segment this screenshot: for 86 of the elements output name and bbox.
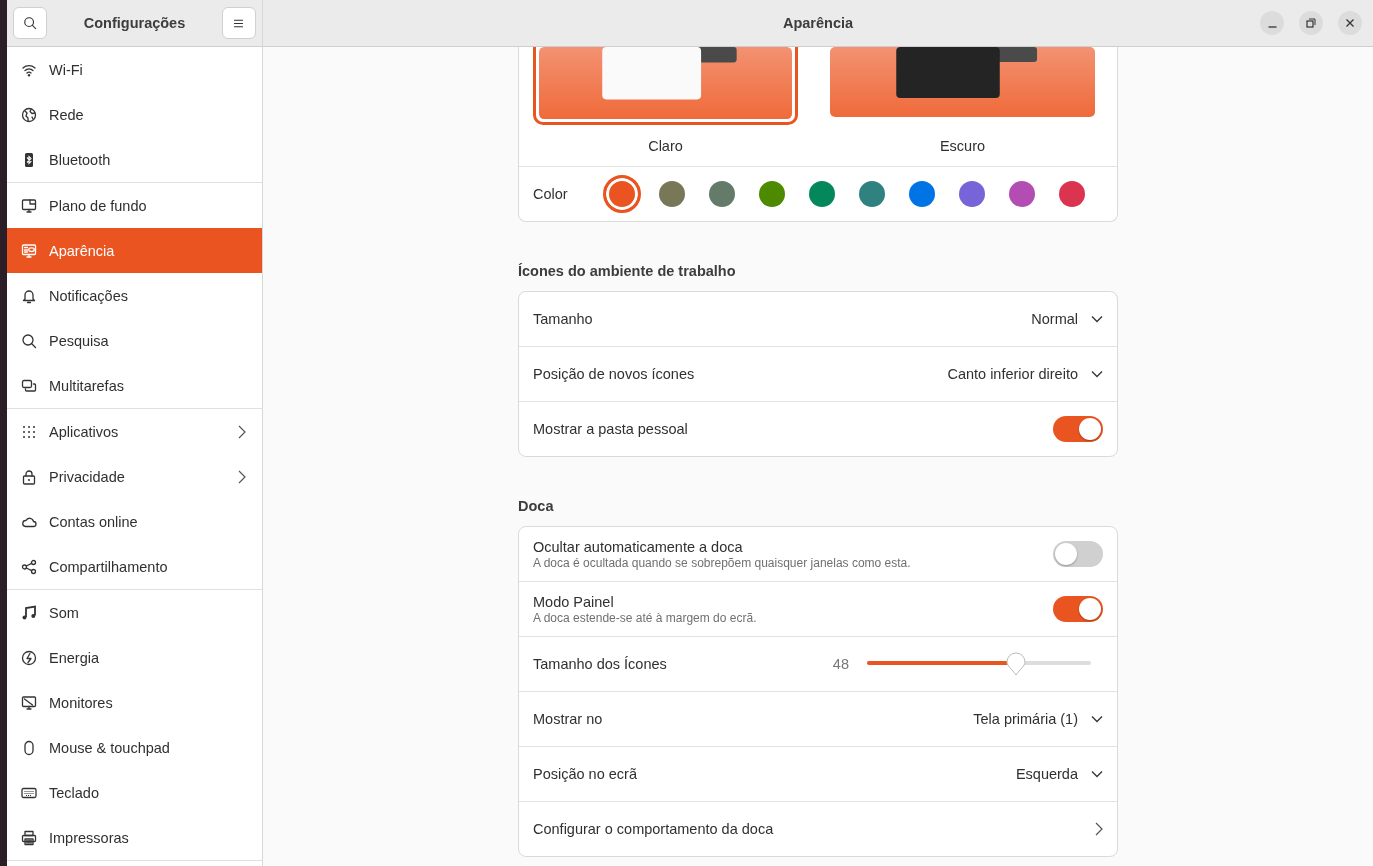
theme-preview[interactable]	[539, 47, 792, 119]
accent-color-swatch[interactable]	[909, 181, 935, 207]
chevron-right-icon	[1095, 822, 1103, 836]
sidebar-item[interactable]: Compartilhamento	[7, 544, 262, 589]
padlock-icon	[21, 468, 37, 485]
section-heading: Doca	[518, 498, 555, 514]
close-button[interactable]	[1338, 11, 1362, 35]
appearance-icon	[21, 242, 37, 259]
row-label: Ocultar automaticamente a doca	[533, 538, 744, 555]
caret-icon	[1091, 715, 1103, 723]
sidebar-item[interactable]: Multitarefas	[7, 363, 262, 408]
minimize-button[interactable]	[1260, 11, 1284, 35]
sidebar-item[interactable]: Energia	[7, 635, 262, 680]
globe-icon	[21, 106, 37, 123]
dropdown[interactable]: Esquerda	[1015, 766, 1103, 782]
share-icon	[21, 558, 37, 575]
row-label: Mostrar a pasta pessoal	[533, 421, 689, 437]
accent-color-swatch[interactable]	[759, 181, 785, 207]
sidebar-title: Configurações	[83, 15, 186, 31]
sidebar-item[interactable]: Som	[7, 590, 262, 635]
sidebar-item[interactable]: Teclado	[7, 770, 262, 815]
sidebar-item[interactable]: Plano de fundo	[7, 183, 262, 228]
theme-label: Escuro	[939, 138, 986, 154]
accent-color-swatch[interactable]	[709, 181, 735, 207]
music-note-icon	[21, 604, 37, 621]
minimize-icon	[1267, 25, 1277, 28]
row-label: Mostrar no	[533, 711, 604, 727]
sidebar-item[interactable]: Rede	[7, 92, 262, 137]
sidebar-item[interactable]: Bluetooth	[7, 137, 262, 182]
sidebar-item[interactable]: Aplicativos	[7, 409, 262, 454]
row-description: A doca estende-se até à margem do ecrã.	[533, 610, 758, 625]
row-description: A doca é ocultada quando se sobrepõem quaisquer janelas como esta.	[533, 555, 912, 570]
accent-color-swatch[interactable]	[959, 181, 985, 207]
display-icon	[21, 694, 37, 711]
sidebar-item[interactable]: Notificações	[7, 273, 262, 318]
monitor-icon	[21, 197, 37, 214]
lightning-icon	[21, 649, 37, 666]
sidebar-item[interactable]: Impressoras	[7, 815, 262, 860]
accent-color-swatch[interactable]	[859, 181, 885, 207]
accent-color-swatch[interactable]	[1009, 181, 1035, 207]
bell-icon	[21, 287, 37, 304]
slider-thumb[interactable]	[1004, 651, 1027, 677]
row-label: Configurar o comportamento da doca	[533, 821, 775, 837]
accent-color-swatch[interactable]	[659, 181, 685, 207]
section-heading: Ícones do ambiente de trabalho	[518, 263, 737, 279]
accent-color-swatch[interactable]	[603, 175, 641, 213]
row-label: Tamanho dos Ícones	[533, 656, 668, 672]
toggle-switch[interactable]	[1053, 541, 1103, 567]
grid-icon	[21, 423, 37, 440]
caret-icon	[1091, 370, 1103, 378]
sidebar-item[interactable]: Wi-Fi	[7, 47, 262, 92]
caret-icon	[1091, 770, 1103, 778]
search-button[interactable]	[13, 7, 47, 39]
row-label: Posição no ecrã	[533, 766, 638, 782]
window-title: Aparência	[782, 15, 854, 31]
accent-color-swatch[interactable]	[1059, 181, 1085, 207]
menu-button[interactable]	[222, 7, 256, 39]
sidebar-item[interactable]: Monitores	[7, 680, 262, 725]
sidebar-item[interactable]: Aparência	[7, 228, 262, 273]
printer-icon	[21, 829, 37, 846]
windows-icon	[21, 377, 37, 394]
row-label: Posição de novos ícones	[533, 366, 696, 382]
close-icon	[1345, 18, 1355, 28]
accent-color-swatch[interactable]	[809, 181, 835, 207]
search-icon	[21, 332, 37, 349]
sidebar-item[interactable]: Pesquisa	[7, 318, 262, 363]
restore-icon	[1306, 18, 1316, 28]
dropdown[interactable]: Normal	[1031, 311, 1103, 327]
caret-icon	[1091, 315, 1103, 323]
row-label: Modo Painel	[533, 593, 615, 610]
sidebar-item[interactable]: Contas online	[7, 499, 262, 544]
dropdown[interactable]: Canto inferior direito	[947, 366, 1103, 382]
restore-button[interactable]	[1299, 11, 1323, 35]
slider-value: 48	[832, 656, 849, 672]
dropdown[interactable]: Tela primária (1)	[973, 711, 1103, 727]
toggle-switch[interactable]	[1053, 596, 1103, 622]
sidebar-item[interactable]: Privacidade	[7, 454, 262, 499]
slider-track[interactable]	[867, 651, 1091, 677]
search-icon	[23, 16, 37, 30]
toggle-switch[interactable]	[1053, 416, 1103, 442]
sidebar-item[interactable]: Mouse & touchpad	[7, 725, 262, 770]
row-label: Color	[533, 186, 569, 202]
theme-label: Claro	[648, 138, 683, 154]
row-label: Tamanho	[533, 311, 594, 327]
theme-preview[interactable]	[830, 47, 1095, 117]
mouse-icon	[21, 739, 37, 756]
